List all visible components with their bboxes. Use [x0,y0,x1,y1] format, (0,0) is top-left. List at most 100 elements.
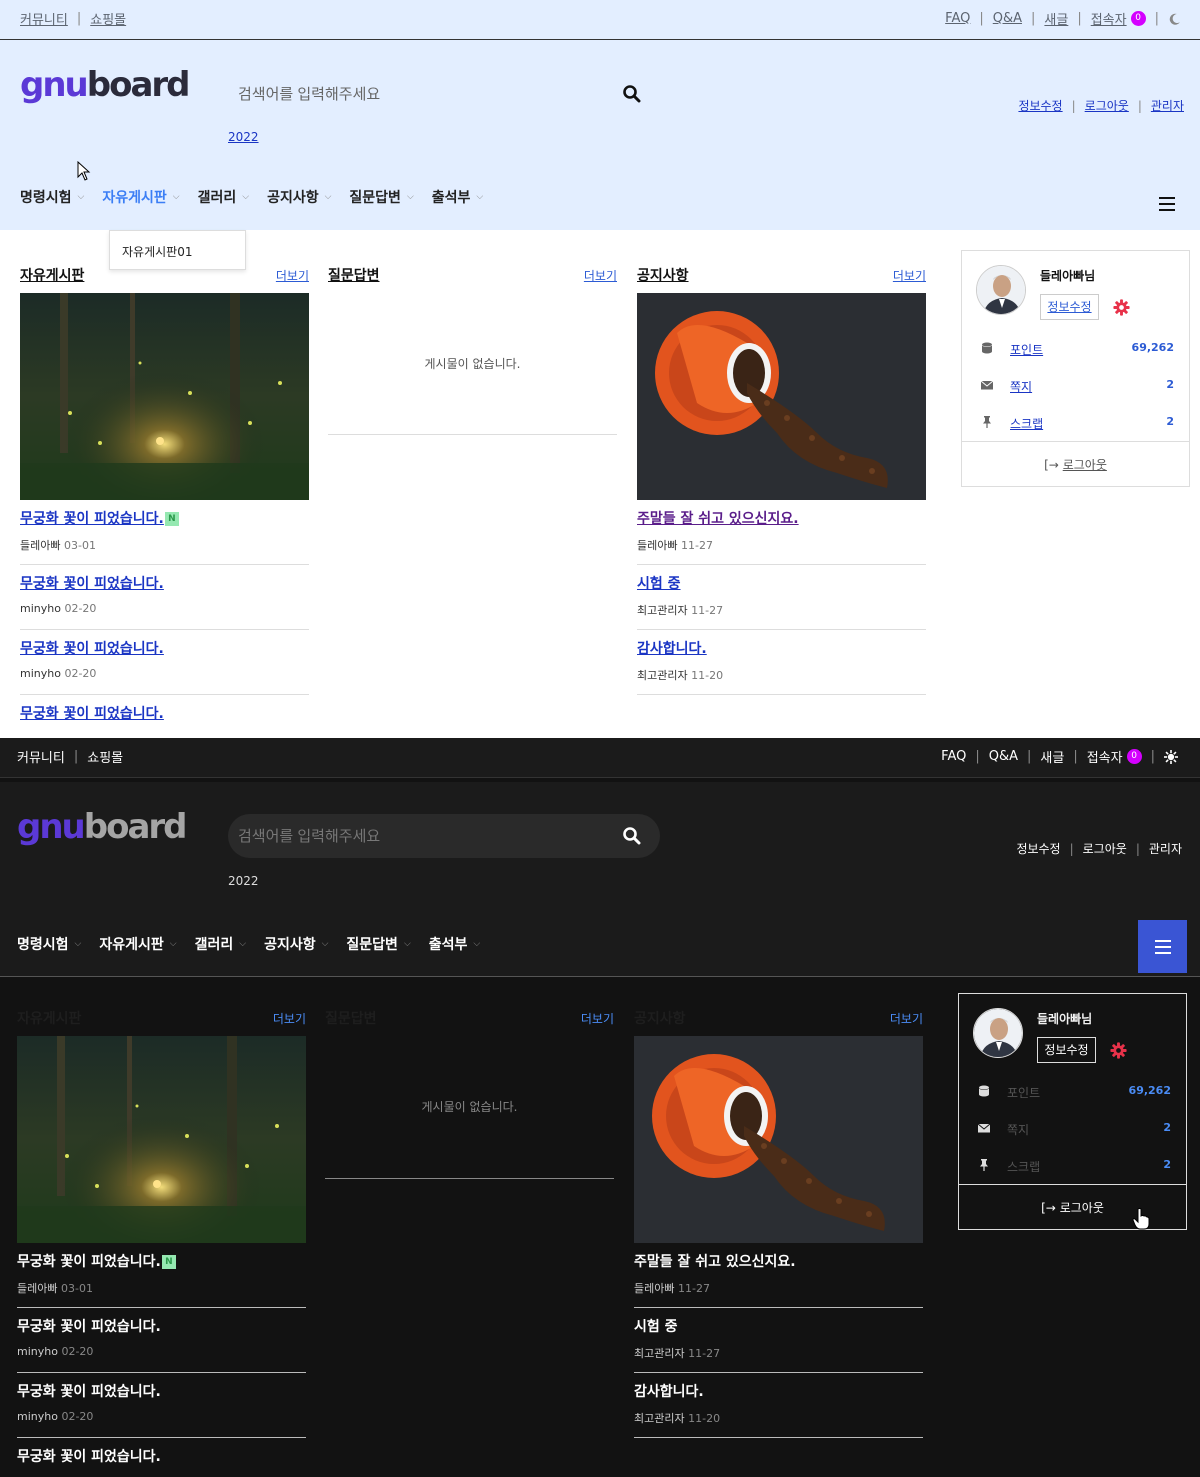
more-link[interactable]: 더보기 [584,267,617,284]
forest-thumbnail[interactable] [17,1036,306,1243]
moon-icon[interactable] [1168,12,1182,26]
logout-button[interactable]: [→ 로그아웃 [962,441,1189,487]
profile-row-messages[interactable]: 쪽지 2 [976,376,1174,396]
nav-item-free-board[interactable]: 자유게시판 ⌵ [102,187,179,207]
edit-profile-button[interactable]: 정보수정 [1040,294,1099,320]
more-link[interactable]: 더보기 [276,267,309,284]
qna-link[interactable]: Q&A [989,749,1018,764]
nav-item-qna[interactable]: 질문답변 ⌵ [346,934,410,954]
edit-profile-link[interactable]: 정보수정 [1016,840,1060,857]
edit-profile-button[interactable]: 정보수정 [1037,1037,1096,1063]
board-title[interactable]: 공지사항 [634,1008,686,1028]
post-title[interactable]: 무궁화 꽃이 피었습니다. N [20,508,179,528]
visitors-link[interactable]: 접속자 [1091,9,1127,28]
faq-link[interactable]: FAQ [941,749,966,764]
post-title[interactable]: 무궁화 꽃이 피었습니다. [20,703,164,723]
post-title[interactable]: 시험 중 [637,573,681,593]
search-icon[interactable] [622,826,642,846]
admin-link[interactable]: 관리자 [1149,840,1182,857]
post-date: 03-01 [63,539,96,552]
gear-icon[interactable] [1110,1042,1127,1059]
forest-thumbnail[interactable] [20,293,309,500]
logout-link[interactable]: 로그아웃 [1083,840,1127,857]
post-item[interactable]: 감사합니다. 최고관리자 11-20 [634,1373,923,1438]
shopping-mall-link[interactable]: 쇼핑몰 [87,747,123,766]
logout-link[interactable]: 로그아웃 [1085,97,1129,114]
nav-item-command-test[interactable]: 명령시험 ⌵ [17,934,81,954]
post-item[interactable]: 무궁화 꽃이 피었습니다. minyho 02-20 [20,565,309,630]
post-item[interactable]: 무궁화 꽃이 피었습니다. N 들레아빠 03-01 [17,1243,306,1308]
profile-row-points[interactable]: 포인트 69,262 [973,1082,1171,1102]
nav-item-gallery[interactable]: 갤러리 ⌵ [195,934,246,954]
admin-link[interactable]: 관리자 [1151,97,1184,114]
post-item[interactable]: 감사합니다. 최고관리자 11-20 [637,630,926,695]
post-title[interactable]: 시험 중 [634,1316,678,1336]
dropdown-item-free-board-01[interactable]: 자유게시판01 [122,245,192,259]
hamburger-menu-button[interactable] [1156,195,1178,213]
shopping-mall-link[interactable]: 쇼핑몰 [90,9,126,28]
post-title[interactable]: 무궁화 꽃이 피었습니다. [20,573,164,593]
coffee-thumbnail[interactable] [634,1036,923,1243]
post-item[interactable]: 무궁화 꽃이 피었습니다. N 들레아빠 03-01 [20,500,309,565]
gnuboard-logo[interactable]: gnuboard [17,807,187,847]
profile-row-messages[interactable]: 쪽지 2 [973,1119,1171,1139]
post-item[interactable]: 무궁화 꽃이 피었습니다. [17,1438,306,1477]
gnuboard-logo[interactable]: gnuboard [20,65,190,105]
profile-row-scrap[interactable]: 스크랩 2 [973,1156,1171,1176]
more-link[interactable]: 더보기 [890,1010,923,1027]
post-title[interactable]: 감사합니다. [634,1381,704,1401]
popular-keyword[interactable]: 2022 [228,130,259,144]
more-link[interactable]: 더보기 [581,1010,614,1027]
post-item[interactable]: 무궁화 꽃이 피었습니다. [20,695,309,738]
post-title[interactable]: 무궁화 꽃이 피었습니다. [17,1381,161,1401]
more-link[interactable]: 더보기 [273,1010,306,1027]
post-item[interactable]: 주말들 잘 쉬고 있으신지요. 들레아빠 11-27 [637,500,926,565]
board-title[interactable]: 질문답변 [325,1008,377,1028]
post-item[interactable]: 주말들 잘 쉬고 있으신지요. 들레아빠 11-27 [634,1243,923,1308]
post-item[interactable]: 시험 중 최고관리자 11-27 [634,1308,923,1373]
board-title[interactable]: 자유게시판 [17,1008,81,1028]
nav-item-free-board[interactable]: 자유게시판 ⌵ [99,934,176,954]
post-item[interactable]: 무궁화 꽃이 피었습니다. minyho 02-20 [20,630,309,695]
board-title[interactable]: 질문답변 [328,265,380,285]
popular-keyword[interactable]: 2022 [228,874,259,888]
community-link[interactable]: 커뮤니티 [20,9,68,28]
visitors-link[interactable]: 접속자 [1087,747,1123,766]
nav-item-notice[interactable]: 공지사항 ⌵ [264,934,328,954]
community-link[interactable]: 커뮤니티 [17,747,65,766]
search-input[interactable] [238,824,598,848]
coffee-thumbnail[interactable] [637,293,926,500]
post-title[interactable]: 주말들 잘 쉬고 있으신지요. [634,1251,796,1271]
edit-profile-link[interactable]: 정보수정 [1018,97,1062,114]
post-item[interactable]: 시험 중 최고관리자 11-27 [637,565,926,630]
nav-item-attendance[interactable]: 출석부 ⌵ [432,187,483,207]
more-link[interactable]: 더보기 [893,267,926,284]
search-input[interactable] [238,82,598,106]
nav-item-attendance[interactable]: 출석부 ⌵ [429,934,480,954]
post-title[interactable]: 주말들 잘 쉬고 있으신지요. [637,508,799,528]
nav-item-command-test[interactable]: 명령시험 ⌵ [20,187,84,207]
search-icon[interactable] [622,84,642,104]
board-title[interactable]: 공지사항 [637,265,689,285]
profile-row-scrap[interactable]: 스크랩 2 [976,413,1174,433]
post-title[interactable]: 무궁화 꽃이 피었습니다. [17,1446,161,1466]
post-title[interactable]: 감사합니다. [637,638,707,658]
nav-item-qna[interactable]: 질문답변 ⌵ [349,187,413,207]
profile-row-points[interactable]: 포인트 69,262 [976,339,1174,359]
new-posts-link[interactable]: 새글 [1044,9,1068,28]
sun-icon[interactable] [1164,749,1178,764]
nav-item-notice[interactable]: 공지사항 ⌵ [267,187,331,207]
gear-icon[interactable] [1113,299,1130,316]
new-posts-link[interactable]: 새글 [1040,747,1064,766]
faq-link[interactable]: FAQ [945,11,970,26]
post-item[interactable]: 무궁화 꽃이 피었습니다. minyho 02-20 [17,1373,306,1438]
board-title[interactable]: 자유게시판 [20,265,84,285]
post-item[interactable]: 무궁화 꽃이 피었습니다. minyho 02-20 [17,1308,306,1373]
qna-link[interactable]: Q&A [993,11,1022,26]
post-title[interactable]: 무궁화 꽃이 피었습니다. [17,1316,161,1336]
hamburger-menu-button[interactable] [1138,920,1187,973]
post-title[interactable]: 무궁화 꽃이 피었습니다. [20,638,164,658]
post-title[interactable]: 무궁화 꽃이 피었습니다. N [17,1251,176,1271]
logout-button[interactable]: [→ 로그아웃 [959,1184,1186,1230]
nav-item-gallery[interactable]: 갤러리 ⌵ [198,187,249,207]
